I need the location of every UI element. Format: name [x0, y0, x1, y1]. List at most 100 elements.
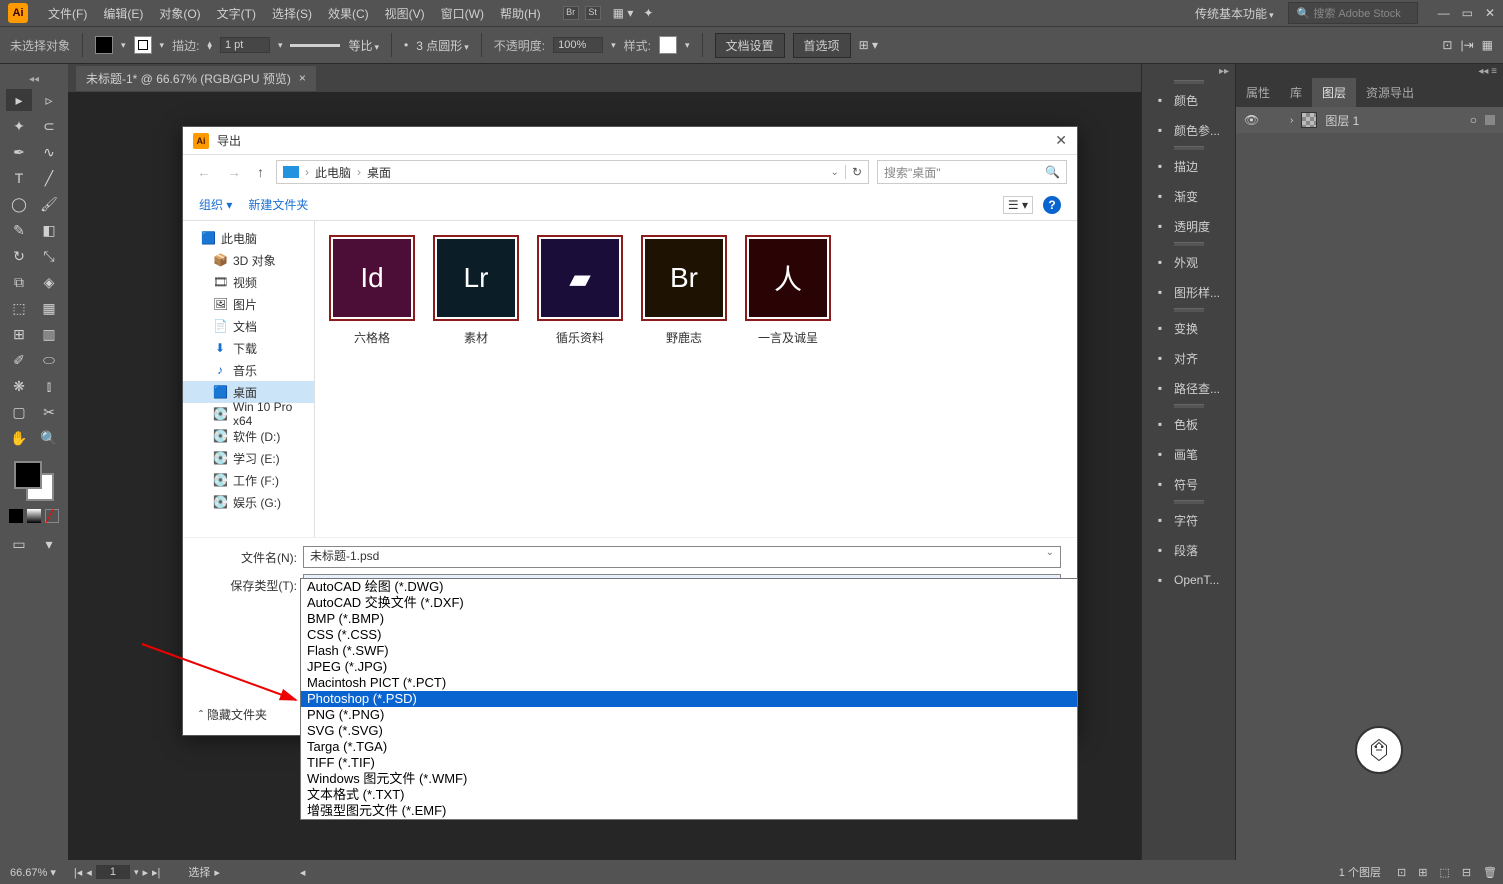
- first-artboard-icon[interactable]: |◂: [74, 866, 82, 879]
- tree-node-11[interactable]: 💽工作 (F:): [183, 469, 314, 491]
- panel-item-14[interactable]: ▪段落: [1142, 535, 1235, 565]
- line-tool[interactable]: ╱: [36, 167, 62, 189]
- filetype-option-5[interactable]: JPEG (*.JPG): [301, 659, 1077, 675]
- expand-icon[interactable]: ›: [1290, 115, 1293, 126]
- tree-node-3[interactable]: 🖼图片: [183, 293, 314, 315]
- doc-setup-button[interactable]: 文档设置: [715, 33, 785, 58]
- stroke-width-input[interactable]: 1 pt: [220, 37, 270, 53]
- selection-tool[interactable]: ▸: [6, 89, 32, 111]
- artboard-tool[interactable]: ▢: [6, 401, 32, 423]
- gradient-mode[interactable]: [27, 509, 41, 523]
- sb-icon-4[interactable]: ⊟: [1456, 866, 1477, 879]
- gpu-icon[interactable]: ✦: [643, 6, 653, 20]
- slice-tool[interactable]: ✂: [36, 401, 62, 423]
- perspective-tool[interactable]: ▦: [36, 297, 62, 319]
- panel-tab-3[interactable]: 资源导出: [1356, 78, 1424, 107]
- panel-item-7[interactable]: ▪变换: [1142, 313, 1235, 343]
- opacity-input[interactable]: 100%: [553, 37, 603, 53]
- filetype-option-10[interactable]: Targa (*.TGA): [301, 739, 1077, 755]
- visibility-icon[interactable]: 👁: [1244, 113, 1260, 127]
- stock-icon[interactable]: St: [585, 6, 601, 20]
- close-icon[interactable]: ✕: [1485, 6, 1495, 20]
- align-options-icon[interactable]: ⊞ ▾: [859, 38, 878, 52]
- panel-item-12[interactable]: ▪符号: [1142, 469, 1235, 499]
- nav-forward-icon[interactable]: →: [223, 164, 245, 180]
- panel-item-0[interactable]: ▪颜色: [1142, 85, 1235, 115]
- filetype-option-9[interactable]: SVG (*.SVG): [301, 723, 1077, 739]
- panel-tab-0[interactable]: 属性: [1236, 78, 1280, 107]
- magic-wand-tool[interactable]: ✦: [6, 115, 32, 137]
- rotate-tool[interactable]: ↻: [6, 245, 32, 267]
- brush-style[interactable]: 3 点圆形: [416, 37, 469, 54]
- filetype-option-14[interactable]: 增强型图元文件 (*.EMF): [301, 803, 1077, 819]
- next-artboard-icon[interactable]: ▸: [142, 866, 148, 879]
- menu-item-8[interactable]: 帮助(H): [492, 5, 549, 22]
- none-mode[interactable]: ╱: [45, 509, 59, 523]
- brush-tool[interactable]: 🖌: [36, 193, 62, 215]
- file-item-1[interactable]: Lr素材: [433, 235, 519, 346]
- type-tool[interactable]: T: [6, 167, 32, 189]
- prev-artboard-icon[interactable]: ◂: [86, 866, 92, 879]
- filetype-option-11[interactable]: TIFF (*.TIF): [301, 755, 1077, 771]
- prefs-button[interactable]: 首选项: [793, 33, 851, 58]
- dialog-close-icon[interactable]: ✕: [1055, 132, 1067, 149]
- target-icon[interactable]: ○: [1470, 113, 1477, 127]
- filetype-option-1[interactable]: AutoCAD 交换文件 (*.DXF): [301, 595, 1077, 611]
- screen-mode[interactable]: ▭: [6, 533, 32, 555]
- graph-tool[interactable]: ⫾: [36, 375, 62, 397]
- filename-input[interactable]: 未标题-1.psd⌄: [303, 546, 1061, 568]
- fill-swatch[interactable]: [95, 36, 113, 54]
- direct-selection-tool[interactable]: ▹: [36, 89, 62, 111]
- file-item-2[interactable]: ▰循乐资料: [537, 235, 623, 346]
- organize-button[interactable]: 组织 ▾: [199, 196, 232, 213]
- panel-tab-1[interactable]: 库: [1280, 78, 1312, 107]
- eraser-tool[interactable]: ◧: [36, 219, 62, 241]
- filetype-option-4[interactable]: Flash (*.SWF): [301, 643, 1077, 659]
- tree-node-2[interactable]: 🎞视频: [183, 271, 314, 293]
- tree-node-1[interactable]: 📦3D 对象: [183, 249, 314, 271]
- eyedropper-tool[interactable]: ✐: [6, 349, 32, 371]
- file-item-0[interactable]: Id六格格: [329, 235, 415, 346]
- opt-icon-1[interactable]: ⊡: [1442, 38, 1452, 52]
- breadcrumb-part-0[interactable]: 此电脑: [315, 164, 351, 181]
- file-item-4[interactable]: 人一言及诚呈: [745, 235, 831, 346]
- stroke-swatch[interactable]: [134, 36, 152, 54]
- free-transform-tool[interactable]: ◈: [36, 271, 62, 293]
- help-icon[interactable]: ?: [1043, 196, 1061, 214]
- tree-node-9[interactable]: 💽软件 (D:): [183, 425, 314, 447]
- minimize-icon[interactable]: —: [1438, 6, 1450, 20]
- filetype-option-13[interactable]: 文本格式 (*.TXT): [301, 787, 1077, 803]
- panel-item-2[interactable]: ▪描边: [1142, 151, 1235, 181]
- tab-close-icon[interactable]: ×: [299, 71, 306, 85]
- sb-icon-1[interactable]: ⊡: [1391, 866, 1412, 879]
- nav-back-icon[interactable]: ←: [193, 164, 215, 180]
- menu-item-0[interactable]: 文件(F): [40, 5, 95, 22]
- panel-item-13[interactable]: ▪字符: [1142, 505, 1235, 535]
- maximize-icon[interactable]: ▭: [1462, 6, 1473, 20]
- filetype-option-8[interactable]: PNG (*.PNG): [301, 707, 1077, 723]
- filetype-option-6[interactable]: Macintosh PICT (*.PCT): [301, 675, 1077, 691]
- panel-item-3[interactable]: ▪渐变: [1142, 181, 1235, 211]
- panel-item-9[interactable]: ▪路径查...: [1142, 373, 1235, 403]
- panel-item-4[interactable]: ▪透明度: [1142, 211, 1235, 241]
- shape-builder-tool[interactable]: ⬚: [6, 297, 32, 319]
- filetype-option-3[interactable]: CSS (*.CSS): [301, 627, 1077, 643]
- ellipse-tool[interactable]: ◯: [6, 193, 32, 215]
- shaper-tool[interactable]: ✎: [6, 219, 32, 241]
- hand-tool[interactable]: ✋: [6, 427, 32, 449]
- lasso-tool[interactable]: ⊂: [36, 115, 62, 137]
- layer-name[interactable]: 图层 1: [1325, 112, 1359, 129]
- sb-icon-3[interactable]: ⬚: [1433, 866, 1455, 879]
- curvature-tool[interactable]: ∿: [36, 141, 62, 163]
- opt-icon-3[interactable]: ▦: [1482, 38, 1493, 52]
- fill-mode[interactable]: [9, 509, 23, 523]
- layer-row[interactable]: 👁 › 图层 1 ○: [1236, 107, 1503, 133]
- zoom-level[interactable]: 66.67% ▾: [0, 866, 66, 879]
- arrange-icon[interactable]: ▦ ▾: [613, 6, 634, 20]
- tree-node-6[interactable]: ♪音乐: [183, 359, 314, 381]
- style-swatch[interactable]: [659, 36, 677, 54]
- filetype-option-0[interactable]: AutoCAD 绘图 (*.DWG): [301, 579, 1077, 595]
- tree-node-8[interactable]: 💽Win 10 Pro x64: [183, 403, 314, 425]
- tree-node-4[interactable]: 📄文档: [183, 315, 314, 337]
- uniform-label[interactable]: 等比: [348, 37, 379, 54]
